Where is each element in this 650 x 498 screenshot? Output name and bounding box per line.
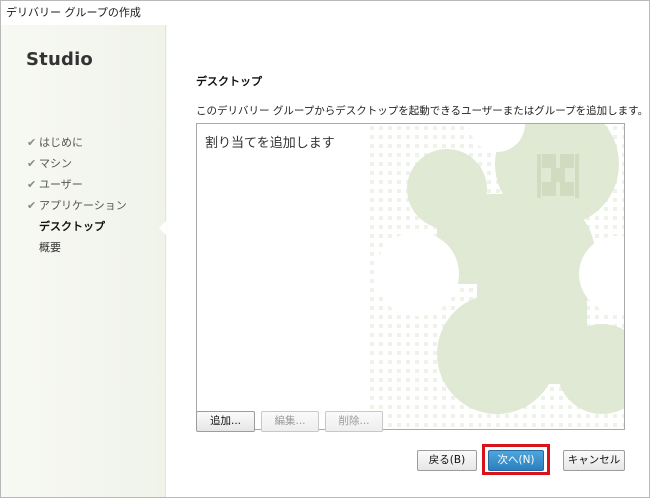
check-icon: ✔ bbox=[27, 136, 37, 149]
step-applications: ✔ アプリケーション bbox=[27, 199, 127, 220]
watermark-graphic bbox=[367, 124, 624, 429]
current-step-pointer bbox=[159, 221, 166, 235]
back-button[interactable]: 戻る(B) bbox=[417, 450, 477, 471]
list-placeholder: 割り当てを追加します bbox=[205, 136, 335, 151]
step-label: はじめに bbox=[39, 136, 83, 149]
window-title: デリバリー グループの作成 bbox=[1, 1, 649, 25]
step-label: 概要 bbox=[39, 241, 61, 254]
cancel-button[interactable]: キャンセル bbox=[563, 450, 625, 471]
step-label: デスクトップ bbox=[39, 220, 105, 233]
check-icon: ✔ bbox=[27, 199, 37, 212]
check-icon: ✔ bbox=[27, 157, 37, 170]
section-description: このデリバリー グループからデスクトップを起動できるユーザーまたはグループを追加… bbox=[196, 105, 649, 117]
step-machines: ✔ マシン bbox=[27, 157, 127, 178]
add-button[interactable]: 追加... bbox=[196, 411, 255, 432]
edit-button[interactable]: 編集... bbox=[261, 411, 319, 432]
step-label: ユーザー bbox=[39, 178, 83, 191]
step-desktops: デスクトップ bbox=[27, 220, 127, 241]
next-button-highlight bbox=[482, 444, 550, 475]
wizard-main-panel: デスクトップ このデリバリー グループからデスクトップを起動できるユーザーまたは… bbox=[167, 25, 649, 497]
dialog-window: デリバリー グループの作成 Studio ✔ はじめに ✔ マシン ✔ ユーザー… bbox=[0, 0, 650, 498]
remove-button[interactable]: 削除... bbox=[325, 411, 383, 432]
step-label: マシン bbox=[39, 157, 72, 170]
step-summary: 概要 bbox=[27, 241, 127, 262]
step-label: アプリケーション bbox=[39, 199, 127, 212]
step-users: ✔ ユーザー bbox=[27, 178, 127, 199]
assignment-list[interactable]: 割り当てを追加します bbox=[196, 123, 625, 430]
check-icon: ✔ bbox=[27, 178, 37, 191]
wizard-steps: ✔ はじめに ✔ マシン ✔ ユーザー ✔ アプリケーション デスクトップ 概要 bbox=[27, 136, 127, 262]
section-title: デスクトップ bbox=[196, 75, 262, 88]
step-introduction: ✔ はじめに bbox=[27, 136, 127, 157]
brand-title: Studio bbox=[26, 49, 94, 70]
